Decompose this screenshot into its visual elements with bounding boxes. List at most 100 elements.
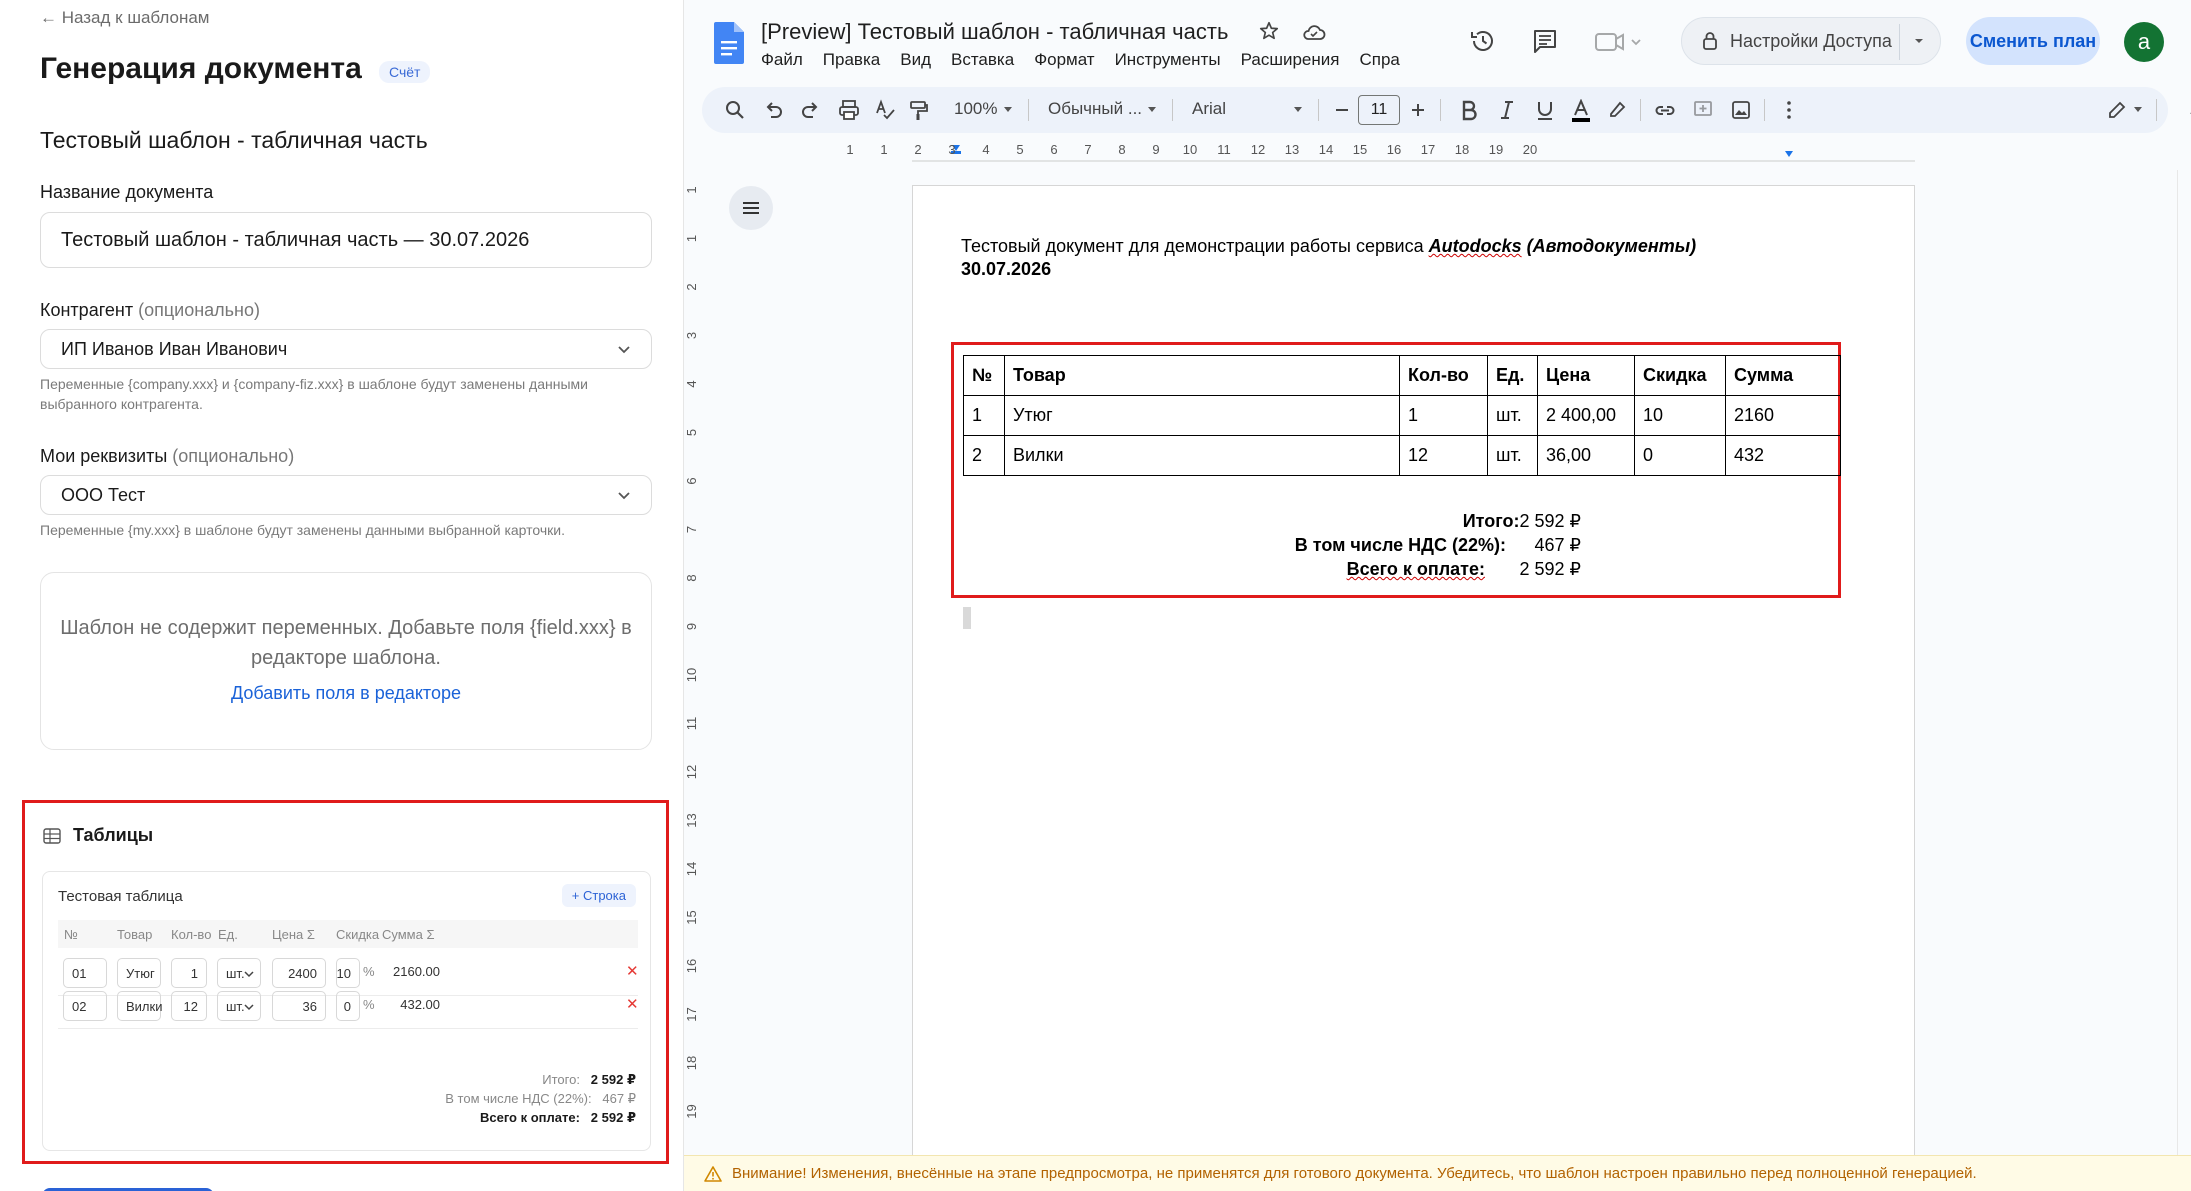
caret-down-icon[interactable] — [1292, 104, 1304, 116]
row-unit-value: шт. — [226, 965, 245, 981]
due-label: Всего к оплате: — [479, 1110, 580, 1125]
menu-file[interactable]: Файл — [761, 50, 803, 70]
menu-bar: Файл Правка Вид Вставка Формат Инструмен… — [761, 50, 1420, 70]
menu-extensions[interactable]: Расширения — [1241, 50, 1340, 70]
spellcheck-icon[interactable] — [874, 99, 896, 121]
zoom-select[interactable]: 100% — [954, 99, 997, 119]
cloud-status-icon[interactable] — [1302, 22, 1326, 42]
col-num: № — [64, 927, 78, 942]
table-row: 02 Вилки 12 шт. 36 0 % 432.00 ✕ — [58, 983, 639, 1029]
editing-mode-icon[interactable] — [2106, 99, 2128, 121]
counterparty-value: ИП Иванов Иван Иванович — [61, 338, 288, 359]
underline-icon[interactable] — [1534, 99, 1556, 121]
col-price: Цена Σ — [272, 927, 315, 942]
chevron-down-icon — [618, 492, 630, 500]
doc-name-input[interactable]: Тестовый шаблон - табличная часть — 30.0… — [40, 212, 652, 268]
vertical-ruler[interactable]: 112345678910111213141516171819 — [684, 160, 708, 1160]
share-button[interactable]: Настройки Доступа — [1681, 17, 1941, 65]
paint-format-icon[interactable] — [908, 99, 930, 121]
row-qty-input[interactable]: 12 — [171, 991, 207, 1021]
document-title[interactable]: [Preview] Тестовый шаблон - табличная ча… — [761, 19, 1228, 45]
print-icon[interactable] — [838, 99, 860, 121]
formatting-toolbar: 100% Обычный ... Arial 11 — [702, 87, 2168, 133]
comments-icon[interactable] — [1530, 26, 1560, 56]
menu-view[interactable]: Вид — [900, 50, 931, 70]
back-to-templates-link[interactable]: ← Назад к шаблонам — [40, 8, 209, 28]
caret-down-icon[interactable] — [2132, 104, 2144, 116]
total-value: 2 592 ₽ — [590, 1072, 636, 1087]
requisites-select[interactable]: ООО Тест — [40, 475, 652, 515]
counterparty-select[interactable]: ИП Иванов Иван Иванович — [40, 329, 652, 369]
increase-font-icon[interactable] — [1408, 100, 1428, 120]
bold-icon[interactable] — [1458, 99, 1480, 121]
undo-icon[interactable] — [762, 99, 784, 121]
doc-due-label: Всего к оплате: — [1346, 559, 1485, 579]
ruler-label: 15 — [1353, 142, 1367, 157]
due-value: 2 592 ₽ — [590, 1110, 636, 1125]
meet-icon[interactable] — [1594, 30, 1642, 54]
doc-name-value: Тестовый шаблон - табличная часть — 30.0… — [61, 228, 530, 251]
history-icon[interactable] — [1468, 26, 1498, 56]
doc-cell: 1 — [963, 395, 1005, 436]
vat-label: В том числе НДС (22%): — [445, 1091, 592, 1106]
row-unit-select[interactable]: шт. — [217, 991, 261, 1021]
collapse-menus-icon[interactable] — [2186, 100, 2191, 122]
doc-intro: Тестовый документ для демонстрации работ… — [961, 234, 1696, 259]
search-icon[interactable] — [724, 99, 746, 121]
ruler-label: 12 — [684, 765, 699, 779]
caret-down-icon[interactable] — [1912, 34, 1926, 48]
doc-th-discount: Скидка — [1634, 355, 1726, 396]
caret-down-icon[interactable] — [1146, 104, 1158, 116]
docs-logo-icon[interactable] — [714, 22, 744, 64]
ruler-label: 10 — [1183, 142, 1197, 157]
redo-icon[interactable] — [800, 99, 822, 121]
vertical-scrollbar[interactable] — [2177, 170, 2187, 1160]
font-size-input[interactable]: 11 — [1358, 95, 1400, 125]
vat-value: 467 ₽ — [602, 1091, 636, 1106]
doc-th-item: Товар — [1004, 355, 1400, 396]
toolbar-divider — [1028, 99, 1029, 121]
insert-image-icon[interactable] — [1730, 99, 1752, 121]
italic-icon[interactable] — [1496, 99, 1518, 121]
decrease-font-icon[interactable] — [1332, 100, 1352, 120]
ruler-label: 19 — [684, 1104, 699, 1118]
ruler-label: 16 — [684, 959, 699, 973]
ruler-label: 1 — [684, 186, 699, 193]
star-icon[interactable] — [1258, 20, 1280, 42]
menu-edit[interactable]: Правка — [823, 50, 880, 70]
menu-format[interactable]: Формат — [1034, 50, 1094, 70]
avatar[interactable]: a — [2124, 22, 2164, 62]
menu-help[interactable]: Спра — [1359, 50, 1399, 70]
document-page[interactable]: Тестовый документ для демонстрации работ… — [912, 185, 1915, 1165]
ruler-label: 3 — [684, 332, 699, 339]
more-icon[interactable] — [1778, 99, 1800, 121]
delete-row-icon[interactable]: ✕ — [626, 962, 639, 980]
chevron-down-icon — [244, 971, 254, 978]
ruler-label: 11 — [684, 717, 699, 731]
change-plan-button[interactable]: Сменить план — [1966, 17, 2100, 65]
add-fields-link[interactable]: Добавить поля в редакторе — [41, 683, 651, 704]
row-discount-input[interactable]: 0 — [336, 991, 360, 1021]
doc-th-qty: Кол-во — [1399, 355, 1488, 396]
doc-table: № Товар Кол-во Ед. Цена Скидка Сумма 1 У… — [963, 355, 1841, 476]
doc-cell: 2160 — [1725, 395, 1841, 436]
highlight-icon[interactable] — [1606, 99, 1628, 121]
text-color-icon[interactable] — [1570, 99, 1592, 123]
row-item-input[interactable]: Вилки — [117, 991, 162, 1021]
outline-button[interactable] — [729, 186, 773, 230]
caret-down-icon[interactable] — [1002, 104, 1014, 116]
ruler-label: 17 — [1421, 142, 1435, 157]
add-comment-icon[interactable] — [1692, 99, 1714, 121]
delete-row-icon[interactable]: ✕ — [626, 995, 639, 1013]
add-row-button[interactable]: + Строка — [561, 884, 636, 907]
counterparty-optional: (опционально) — [138, 300, 260, 320]
menu-insert[interactable]: Вставка — [951, 50, 1014, 70]
row-num-input[interactable]: 02 — [63, 991, 107, 1021]
horizontal-ruler[interactable]: 1 1 2 3 4 5 6 7 8 9 10 11 12 13 14 15 16 17 18 19 20 — [684, 140, 2191, 162]
font-select[interactable]: Arial — [1192, 99, 1226, 119]
style-select[interactable]: Обычный ... — [1048, 99, 1142, 119]
menu-tools[interactable]: Инструменты — [1115, 50, 1221, 70]
doc-cell: 2 — [963, 435, 1005, 476]
link-icon[interactable] — [1654, 99, 1676, 121]
row-price-input[interactable]: 36 — [272, 991, 326, 1021]
